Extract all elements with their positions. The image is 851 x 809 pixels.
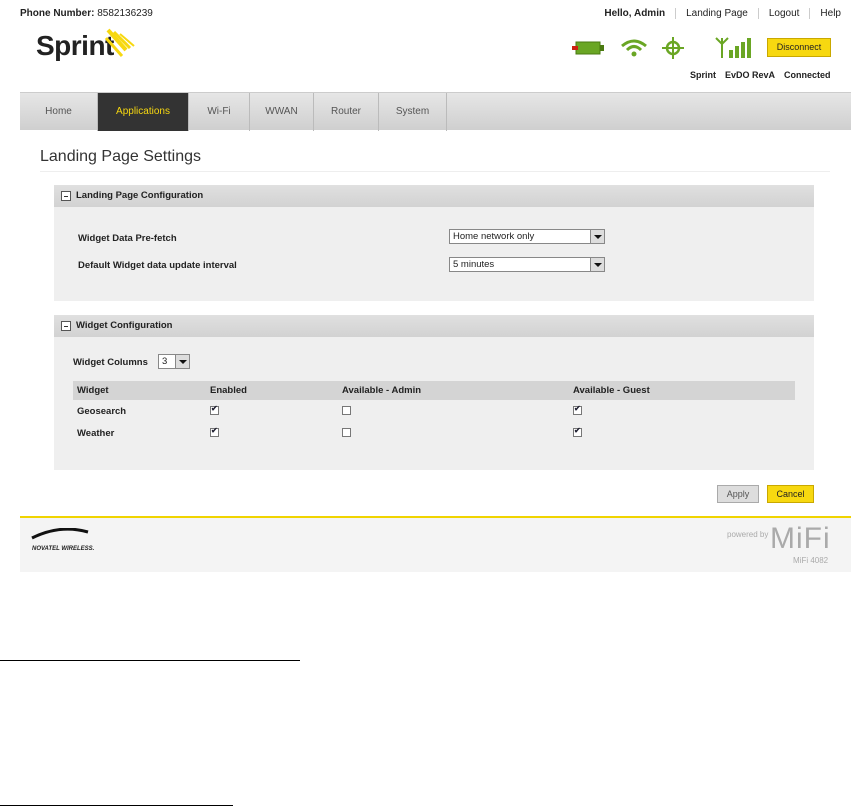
status-icons	[572, 36, 752, 60]
col-available-guest: Available - Guest	[569, 381, 795, 400]
landing-config-panel: Landing Page Configuration Widget Data P…	[54, 185, 814, 301]
mifi-logo: MiFi	[770, 522, 831, 555]
col-available-admin: Available - Admin	[338, 381, 569, 400]
col-widget: Widget	[73, 381, 206, 400]
landing-page-link[interactable]: Landing Page	[675, 8, 758, 19]
top-bar: Phone Number: 8582136239 Hello, Admin La…	[20, 8, 851, 22]
network-type-status: EvDO RevA	[725, 70, 776, 80]
sprint-logo: Sprint	[36, 30, 114, 61]
chevron-down-icon[interactable]	[590, 258, 604, 271]
main-nav: Home Applications Wi-Fi WWAN Router Syst…	[20, 92, 851, 131]
powered-by: powered by	[727, 530, 769, 539]
chevron-down-icon[interactable]	[590, 230, 604, 243]
page-title: Landing Page Settings	[40, 148, 202, 165]
table-header-row: Widget Enabled Available - Admin Availab…	[73, 381, 795, 400]
collapse-icon[interactable]	[61, 321, 71, 331]
admin-checkbox[interactable]	[342, 406, 351, 416]
tab-wifi[interactable]: Wi-Fi	[189, 93, 250, 131]
logout-link[interactable]: Logout	[757, 8, 810, 19]
interval-value: 5 minutes	[453, 259, 495, 270]
divider-line	[0, 805, 233, 806]
tab-system[interactable]: System	[379, 93, 447, 131]
prefetch-select[interactable]: Home network only	[449, 229, 605, 244]
guest-checkbox[interactable]	[573, 426, 582, 438]
apply-button[interactable]: Apply	[717, 485, 759, 503]
phone-number: Phone Number: 8582136239	[20, 8, 153, 19]
table-row: Weather	[73, 422, 795, 444]
widget-name: Geosearch	[77, 405, 127, 417]
guest-checkbox[interactable]	[573, 404, 582, 416]
chevron-down-icon[interactable]	[175, 355, 189, 368]
carrier-status: Sprint	[690, 70, 716, 80]
widget-name: Weather	[77, 427, 115, 439]
tab-wwan[interactable]: WWAN	[250, 93, 314, 131]
phone-value: 8582136239	[97, 8, 153, 19]
widget-config-panel: Widget Configuration Widget Columns 3 Wi…	[54, 315, 814, 470]
cancel-button[interactable]: Cancel	[767, 485, 814, 503]
landing-config-title: Landing Page Configuration	[76, 190, 204, 201]
landing-config-header[interactable]: Landing Page Configuration	[54, 185, 814, 207]
connection-status: Sprint EvDO RevA Connected	[690, 70, 831, 80]
novatel-swoosh-icon	[31, 528, 89, 540]
tab-home[interactable]: Home	[20, 93, 98, 131]
widget-columns-select[interactable]: 3	[158, 354, 190, 369]
battery-icon	[572, 41, 604, 55]
prefetch-label: Widget Data Pre-fetch	[78, 233, 177, 244]
col-enabled: Enabled	[206, 381, 338, 400]
mifi-model: MiFi 4082	[793, 556, 829, 565]
signal-icon	[715, 37, 751, 58]
interval-label: Default Widget data update interval	[78, 260, 237, 271]
table-row: Geosearch	[73, 400, 795, 422]
enabled-checkbox[interactable]	[210, 426, 219, 438]
top-links: Hello, Admin Landing Page Logout Help	[594, 8, 851, 19]
greeting: Hello, Admin	[604, 8, 666, 19]
footer: NOVATEL WIRELESS. powered by MiFi MiFi 4…	[20, 516, 851, 572]
admin-checkbox[interactable]	[342, 428, 351, 438]
widget-config-header[interactable]: Widget Configuration	[54, 315, 814, 337]
help-link[interactable]: Help	[809, 8, 851, 19]
title-divider	[40, 171, 830, 172]
sprint-wing-icon	[104, 28, 135, 57]
widget-table: Widget Enabled Available - Admin Availab…	[73, 381, 795, 444]
connected-status: Connected	[784, 70, 831, 80]
disconnect-button[interactable]: Disconnect	[767, 38, 831, 57]
tab-router[interactable]: Router	[314, 93, 379, 131]
prefetch-value: Home network only	[453, 231, 535, 242]
wifi-icon	[621, 39, 647, 57]
divider-line	[0, 660, 300, 661]
widget-columns-value: 3	[162, 356, 168, 367]
interval-select[interactable]: 5 minutes	[449, 257, 605, 272]
novatel-logo: NOVATEL WIRELESS.	[32, 546, 95, 552]
phone-label: Phone Number:	[20, 8, 95, 19]
collapse-icon[interactable]	[61, 191, 71, 201]
enabled-checkbox[interactable]	[210, 404, 219, 416]
widget-config-title: Widget Configuration	[76, 320, 173, 331]
tab-applications[interactable]: Applications	[98, 93, 189, 131]
widget-columns-label: Widget Columns	[73, 357, 148, 368]
gps-icon	[662, 37, 684, 59]
